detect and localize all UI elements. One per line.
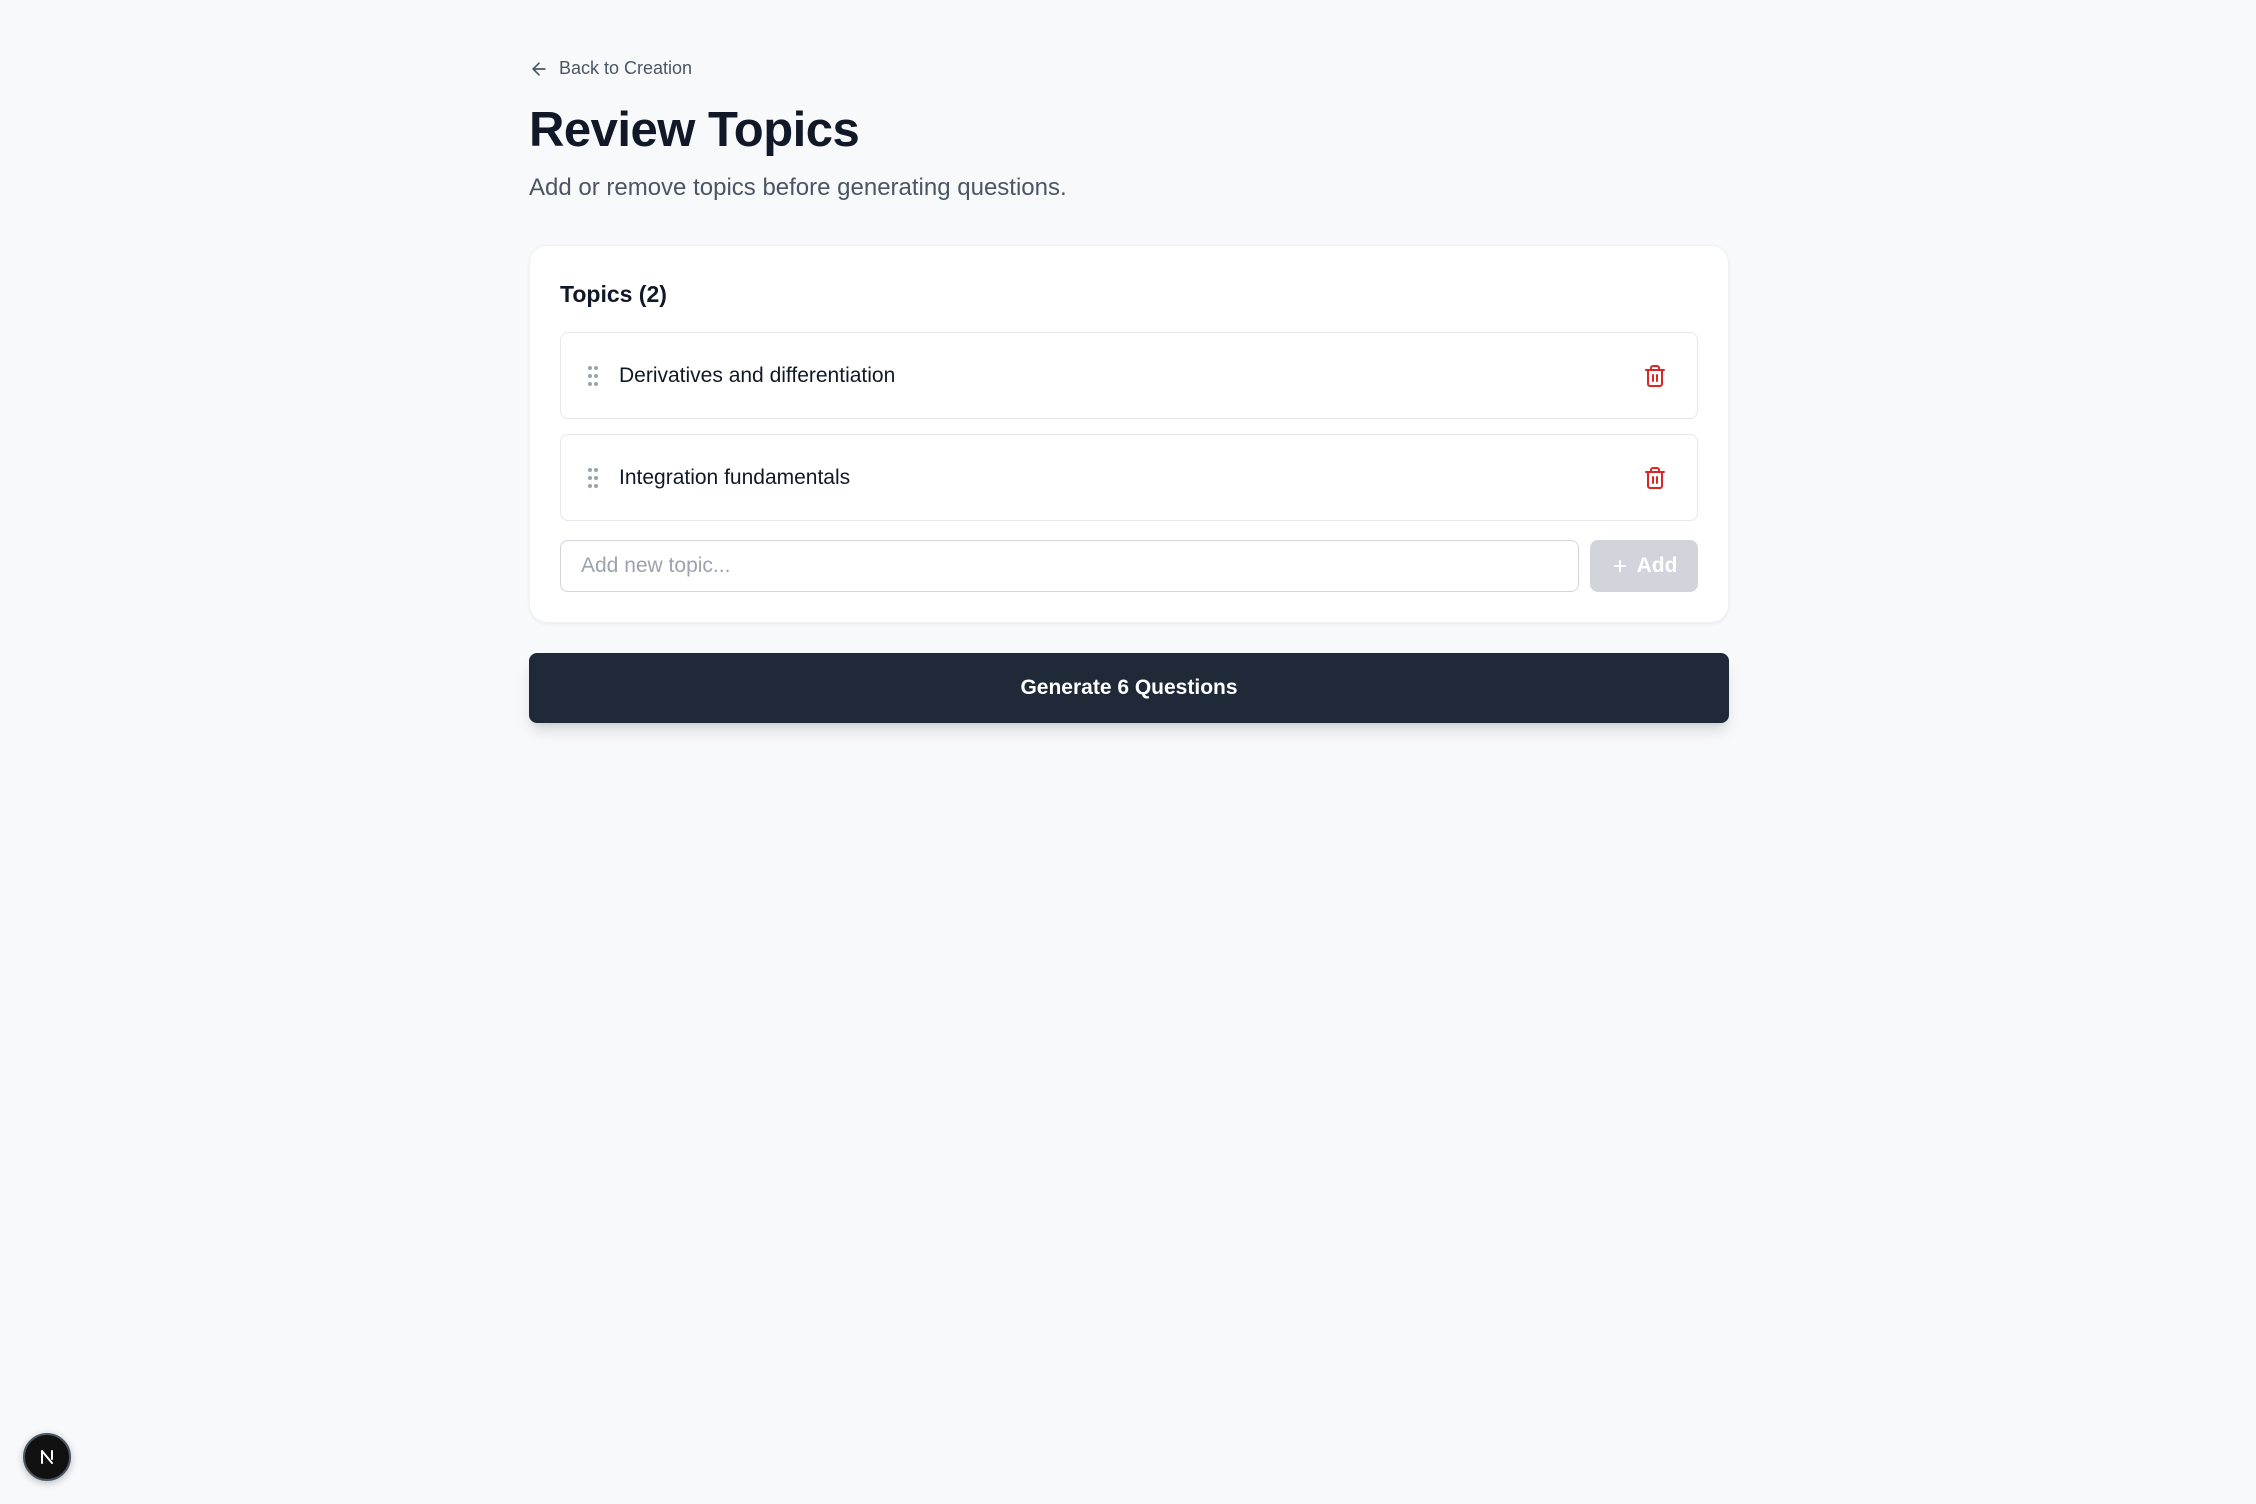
trash-icon	[1643, 364, 1667, 388]
page-subtitle: Add or remove topics before generating q…	[529, 174, 1067, 201]
grip-vertical-icon[interactable]	[583, 364, 603, 388]
add-topic-button[interactable]: Add	[1590, 540, 1698, 592]
topic-label: Integration fundamentals	[619, 465, 851, 489]
delete-topic-button[interactable]	[1633, 456, 1677, 500]
grip-vertical-icon[interactable]	[583, 466, 603, 490]
arrow-left-icon	[529, 59, 549, 79]
add-topic-button-label: Add	[1636, 554, 1678, 577]
topics-card: Topics (2) Derivatives and differentiati…	[529, 245, 1729, 623]
new-topic-input[interactable]	[560, 540, 1579, 592]
delete-topic-button[interactable]	[1633, 354, 1677, 398]
next-logo-icon[interactable]	[23, 1433, 71, 1481]
back-link[interactable]: Back to Creation	[529, 58, 692, 79]
generate-questions-button[interactable]: Generate 6 Questions	[529, 653, 1729, 723]
topic-item: Derivatives and differentiation	[560, 332, 1698, 419]
trash-icon	[1643, 466, 1667, 490]
plus-icon	[1611, 557, 1629, 575]
topic-item: Integration fundamentals	[560, 434, 1698, 521]
page-title: Review Topics	[529, 103, 860, 157]
topic-label: Derivatives and differentiation	[619, 363, 896, 387]
back-link-label: Back to Creation	[559, 58, 693, 78]
topics-card-title: Topics (2)	[560, 281, 667, 307]
